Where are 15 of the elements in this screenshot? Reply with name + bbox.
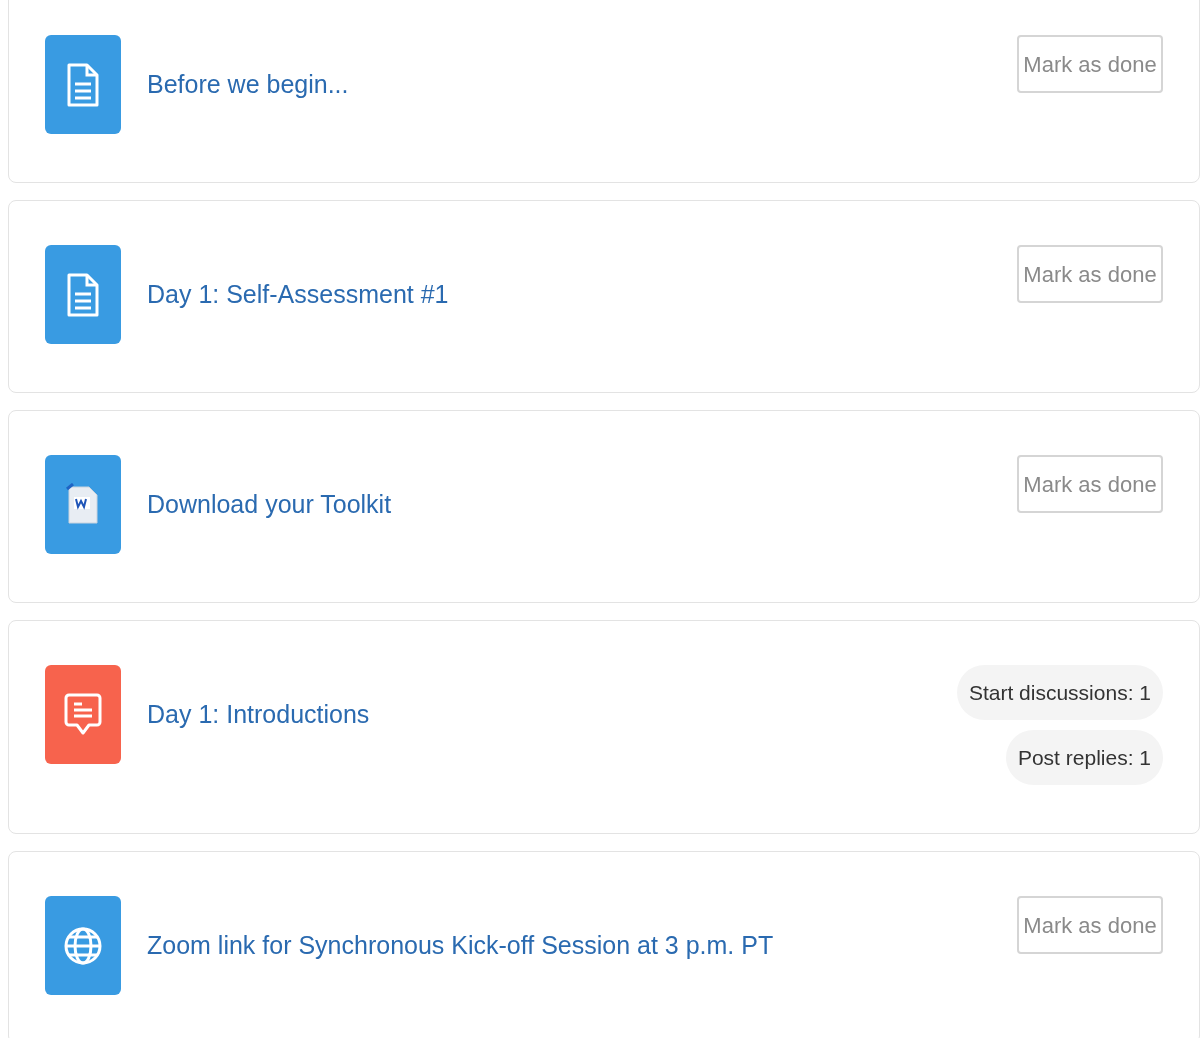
activity-link[interactable]: Download your Toolkit <box>147 485 392 524</box>
document-icon <box>66 61 100 108</box>
mark-as-done-button[interactable]: Mark as done <box>1017 896 1163 954</box>
mark-as-done-button[interactable]: Mark as done <box>1017 35 1163 93</box>
activity-link[interactable]: Day 1: Introductions <box>147 695 370 734</box>
globe-icon <box>63 925 103 966</box>
word-document-icon <box>65 482 101 527</box>
mark-as-done-button[interactable]: Mark as done <box>1017 245 1163 303</box>
activity-link[interactable]: Before we begin... <box>147 65 349 104</box>
completion-condition: Start discussions: 1 <box>956 665 1163 720</box>
document-icon <box>66 271 100 318</box>
activity-link[interactable]: Zoom link for Synchronous Kick-off Session at 3 p.m. PT <box>147 926 774 965</box>
activity-link[interactable]: Day 1: Self-Assessment #1 <box>147 275 449 314</box>
completion-condition: Post replies: 1 <box>1005 730 1163 785</box>
mark-as-done-button[interactable]: Mark as done <box>1017 455 1163 513</box>
